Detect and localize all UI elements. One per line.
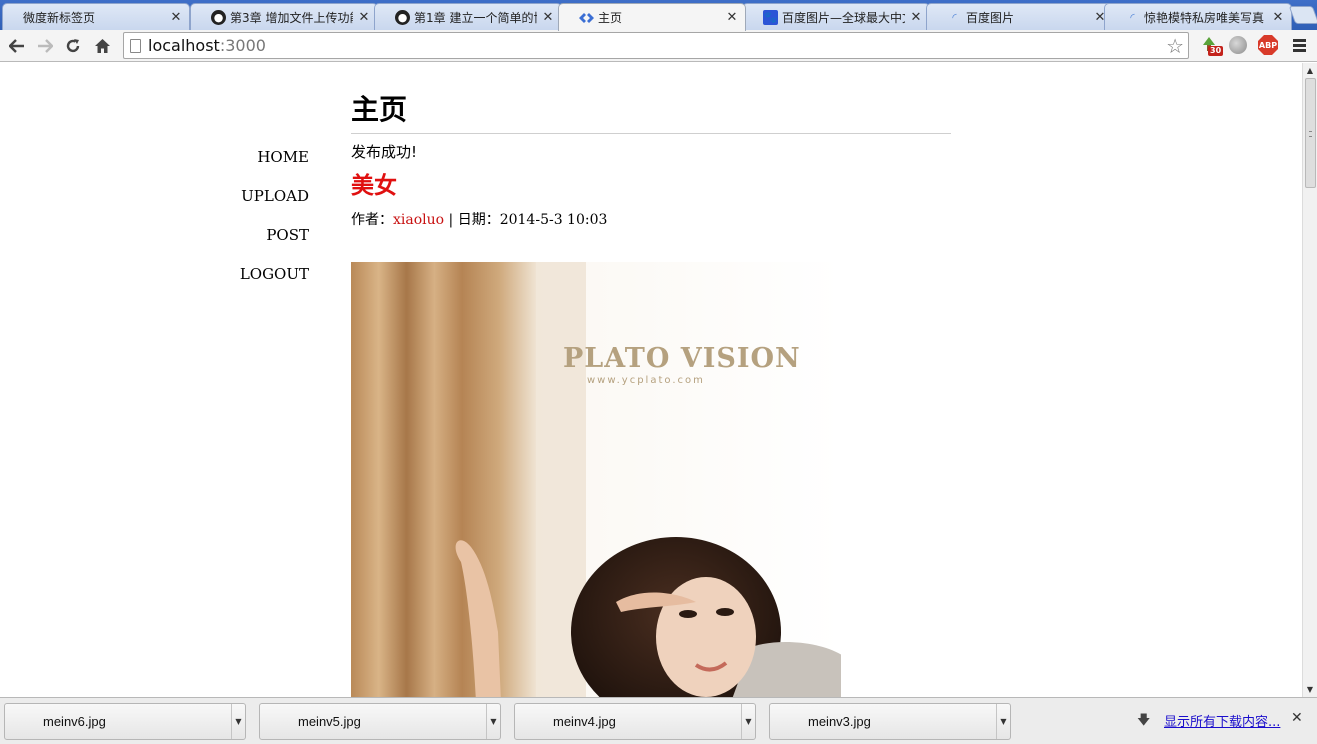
chevron-down-icon[interactable]: ▼ bbox=[741, 704, 755, 739]
github-icon: ● bbox=[211, 9, 226, 25]
loading-icon: ◜ bbox=[952, 10, 957, 24]
tab-2[interactable]: ● 第1章 建立一个简单的博 ✕ bbox=[374, 3, 562, 30]
download-shelf: meinv6.jpg ▼ meinv5.jpg ▼ meinv4.jpg ▼ m… bbox=[0, 697, 1317, 744]
post-photo: PLATO VISION www.ycplato.com bbox=[351, 262, 841, 697]
close-icon[interactable]: ✕ bbox=[169, 10, 183, 25]
loading-icon: ◜ bbox=[1130, 10, 1135, 24]
tab-title: 惊艳模特私房唯美写真 bbox=[1144, 10, 1265, 25]
scroll-down-icon[interactable]: ▼ bbox=[1303, 683, 1317, 696]
download-item[interactable]: meinv4.jpg ▼ bbox=[514, 703, 756, 740]
url-host: localhost bbox=[148, 36, 220, 55]
home-icon bbox=[94, 39, 110, 53]
home-button[interactable] bbox=[90, 34, 114, 58]
reload-icon bbox=[66, 39, 80, 53]
page-viewport: HOME UPLOAD POST LOGOUT 主页 发布成功! 美女 作者：x… bbox=[0, 63, 1302, 697]
download-filename: meinv6.jpg bbox=[43, 714, 106, 729]
adblock-button[interactable]: ABP bbox=[1256, 33, 1280, 57]
post-title-link[interactable]: 美女 bbox=[351, 171, 951, 201]
show-all-downloads-link[interactable]: 显示所有下载内容... bbox=[1164, 711, 1280, 730]
scrollbar-thumb[interactable] bbox=[1305, 78, 1316, 188]
tab-strip: 微度新标签页 ✕ ● 第3章 增加文件上传功能 ✕ ● 第1章 建立一个简单的博… bbox=[0, 0, 1317, 31]
tab-6[interactable]: ◜ 惊艳模特私房唯美写真 ✕ bbox=[1104, 3, 1292, 30]
download-arrow-icon: 🡇 bbox=[1137, 713, 1151, 728]
tab-title: 主页 bbox=[598, 11, 623, 25]
tab-0[interactable]: 微度新标签页 ✕ bbox=[2, 3, 190, 30]
menu-icon bbox=[1292, 37, 1306, 54]
tab-5[interactable]: ◜ 百度图片 ✕ bbox=[926, 3, 1114, 30]
author-link[interactable]: xiaoluo bbox=[393, 212, 444, 228]
globe-extension-button[interactable] bbox=[1226, 33, 1250, 57]
page-title: 主页 bbox=[351, 93, 951, 134]
page-icon bbox=[130, 38, 141, 53]
back-arrow-icon bbox=[9, 39, 24, 53]
close-icon[interactable]: ✕ bbox=[725, 10, 739, 25]
browser-toolbar: localhost :3000 ☆ 30 ABP bbox=[0, 30, 1317, 62]
flash-message: 发布成功! bbox=[351, 143, 418, 161]
close-icon[interactable]: ✕ bbox=[909, 10, 923, 25]
post-image: PLATO VISION www.ycplato.com bbox=[351, 262, 841, 697]
post-date: 2014-5-3 10:03 bbox=[499, 212, 608, 228]
close-icon[interactable]: ✕ bbox=[357, 10, 371, 25]
extension-badge: 30 bbox=[1208, 46, 1224, 56]
diamond-icon bbox=[579, 10, 594, 25]
extension-button[interactable]: 30 bbox=[1197, 33, 1224, 57]
nav-upload[interactable]: UPLOAD bbox=[200, 186, 309, 225]
date-label: | 日期： bbox=[444, 212, 500, 228]
brand-url: www.ycplato.com bbox=[587, 375, 705, 386]
download-item[interactable]: meinv6.jpg ▼ bbox=[4, 703, 246, 740]
close-icon[interactable]: ✕ bbox=[541, 10, 555, 25]
adblock-icon: ABP bbox=[1258, 35, 1278, 55]
url-port: :3000 bbox=[219, 36, 266, 55]
globe-icon bbox=[1229, 36, 1247, 54]
tab-4[interactable]: 🐾 百度图片—全球最大中文 ✕ bbox=[742, 3, 930, 30]
nav-post[interactable]: POST bbox=[200, 225, 309, 264]
download-item[interactable]: meinv5.jpg ▼ bbox=[259, 703, 501, 740]
tab-title: 第3章 增加文件上传功能 bbox=[230, 10, 353, 25]
download-filename: meinv5.jpg bbox=[298, 714, 361, 729]
brand-text: PLATO VISION bbox=[563, 343, 801, 374]
chevron-down-icon[interactable]: ▼ bbox=[231, 704, 245, 739]
scroll-up-icon[interactable]: ▲ bbox=[1303, 64, 1317, 77]
site-nav: HOME UPLOAD POST LOGOUT bbox=[200, 147, 309, 303]
author-label: 作者： bbox=[351, 212, 393, 228]
forward-arrow-icon bbox=[38, 39, 53, 53]
address-bar[interactable]: localhost :3000 ☆ bbox=[123, 32, 1189, 59]
tab-1[interactable]: ● 第3章 增加文件上传功能 ✕ bbox=[190, 3, 378, 30]
tab-title: 微度新标签页 bbox=[23, 10, 96, 25]
forward-button[interactable] bbox=[33, 34, 57, 58]
download-item[interactable]: meinv3.jpg ▼ bbox=[769, 703, 1011, 740]
post-meta: 作者：xiaoluo | 日期：2014-5-3 10:03 bbox=[351, 211, 951, 229]
nav-home[interactable]: HOME bbox=[200, 147, 309, 186]
close-icon[interactable]: ✕ bbox=[1271, 10, 1285, 25]
baidu-paw-icon: 🐾 bbox=[763, 9, 778, 25]
reload-button[interactable] bbox=[61, 34, 85, 58]
tab-title: 第1章 建立一个简单的博 bbox=[414, 10, 537, 25]
chevron-down-icon[interactable]: ▼ bbox=[996, 704, 1010, 739]
new-tab-button[interactable] bbox=[1288, 6, 1317, 24]
bookmark-star-icon[interactable]: ☆ bbox=[1166, 34, 1184, 58]
back-button[interactable] bbox=[5, 34, 29, 58]
github-icon: ● bbox=[395, 9, 410, 25]
chrome-menu-button[interactable] bbox=[1287, 33, 1311, 57]
tab-title: 百度图片 bbox=[966, 10, 1015, 25]
close-icon[interactable]: ✕ bbox=[1291, 710, 1303, 726]
main-content: 主页 发布成功! 美女 作者：xiaoluo | 日期：2014-5-3 10:… bbox=[351, 93, 951, 229]
nav-logout[interactable]: LOGOUT bbox=[200, 264, 309, 303]
tab-title: 百度图片—全球最大中文 bbox=[782, 10, 905, 25]
download-filename: meinv4.jpg bbox=[553, 714, 616, 729]
chevron-down-icon[interactable]: ▼ bbox=[486, 704, 500, 739]
download-filename: meinv3.jpg bbox=[808, 714, 871, 729]
tab-3-active[interactable]: 主页 ✕ bbox=[558, 3, 746, 31]
vertical-scrollbar[interactable]: ▲ ▼ bbox=[1302, 63, 1317, 697]
